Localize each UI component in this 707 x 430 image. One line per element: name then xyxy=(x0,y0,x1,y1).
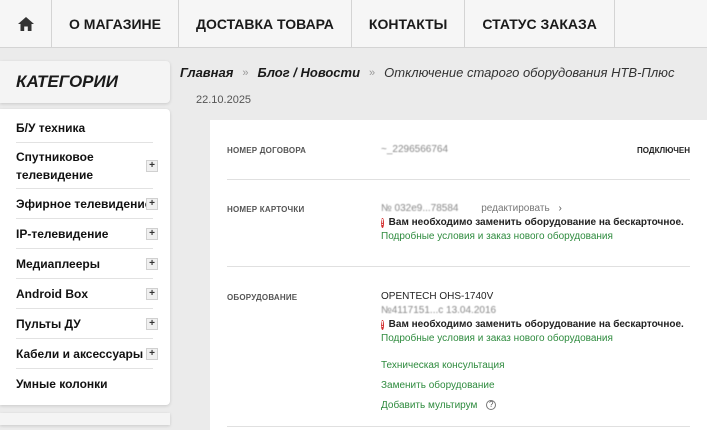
nav-about[interactable]: О МАГАЗИНЕ xyxy=(52,0,179,48)
category-label: Эфирное телевидение xyxy=(16,196,152,211)
top-navigation: О МАГАЗИНЕ ДОСТАВКА ТОВАРА КОНТАКТЫ СТАТ… xyxy=(0,0,707,48)
expand-icon[interactable]: + xyxy=(146,257,158,270)
equipment-serial: №4117151...с 13.04.2016 xyxy=(381,305,497,316)
card-number-body: № 032е9...78584 редактировать › ! Вам не… xyxy=(381,202,684,244)
equipment-row: ОБОРУДОВАНИЕ OPENTECH OHS-1740V №4117151… xyxy=(227,290,690,420)
post-date: 22.10.2025 xyxy=(196,94,252,106)
expand-icon[interactable]: + xyxy=(146,347,158,360)
card-conditions-link[interactable]: Подробные условия и заказ нового оборудо… xyxy=(381,230,681,244)
nav-contacts[interactable]: КОНТАКТЫ xyxy=(352,0,466,48)
breadcrumb-separator: » xyxy=(369,66,376,79)
category-item-terrestrial[interactable]: Эфирное телевидение + xyxy=(16,189,158,219)
home-icon xyxy=(17,17,34,31)
category-label: Спутниковое телевидение xyxy=(16,149,94,182)
breadcrumb: Главная » Блог / Новости » Отключение ст… xyxy=(180,65,674,80)
status-badge: ПОДКЛЮЧЕН xyxy=(637,146,690,155)
category-label: Б/У техника xyxy=(16,120,86,135)
sidebar-next-block xyxy=(0,413,170,425)
divider xyxy=(227,266,690,267)
breadcrumb-home[interactable]: Главная xyxy=(180,65,233,80)
category-label: IP-телевидение xyxy=(16,226,109,241)
account-card: НОМЕР ДОГОВОРА ~_2296566764 ПОДКЛЮЧЕН НО… xyxy=(210,120,707,430)
category-item-remotes[interactable]: Пульты ДУ + xyxy=(16,309,158,339)
tech-consult-link[interactable]: Техническая консультация xyxy=(381,356,681,376)
category-label: Умные колонки xyxy=(16,377,108,391)
home-button[interactable] xyxy=(0,0,52,48)
card-warning-text: Вам необходимо заменить оборудование на … xyxy=(388,217,684,228)
card-number-value: № 032е9...78584 xyxy=(381,203,459,214)
category-list: Б/У техника Спутниковое телевидение + Эф… xyxy=(0,109,170,405)
add-multiroom-link[interactable]: Добавить мультирум xyxy=(381,400,477,411)
equipment-model: OPENTECH OHS-1740V xyxy=(381,291,494,302)
alert-icon: ! xyxy=(381,218,384,228)
expand-icon[interactable]: + xyxy=(146,197,158,210)
category-label: Пульты ДУ xyxy=(16,316,81,331)
equipment-conditions-link[interactable]: Подробные условия и заказ нового оборудо… xyxy=(381,332,681,346)
card-number-label: НОМЕР КАРТОЧКИ xyxy=(227,205,305,214)
breadcrumb-separator: » xyxy=(242,66,249,79)
divider xyxy=(227,179,690,180)
nav-order-status[interactable]: СТАТУС ЗАКАЗА xyxy=(465,0,615,48)
edit-card-link[interactable]: редактировать xyxy=(481,203,549,214)
category-label: Android Box xyxy=(16,286,88,301)
expand-icon[interactable]: + xyxy=(146,159,158,172)
replace-equipment-link[interactable]: Заменить оборудование xyxy=(381,376,681,396)
equipment-label: ОБОРУДОВАНИЕ xyxy=(227,293,298,302)
category-title: КАТЕГОРИИ xyxy=(0,61,170,103)
breadcrumb-current: Отключение старого оборудования НТВ-Плюс xyxy=(384,65,675,80)
chevron-right-icon: › xyxy=(558,203,562,214)
equipment-warning-text: Вам необходимо заменить оборудование на … xyxy=(388,319,684,330)
contract-row: НОМЕР ДОГОВОРА ~_2296566764 ПОДКЛЮЧЕН xyxy=(227,144,690,158)
contract-number: ~_2296566764 xyxy=(381,144,449,155)
card-warning: ! Вам необходимо заменить оборудование н… xyxy=(381,216,684,230)
category-item-android-box[interactable]: Android Box + xyxy=(16,279,158,309)
category-item-iptv[interactable]: IP-телевидение + xyxy=(16,219,158,249)
equipment-body: OPENTECH OHS-1740V №4117151...с 13.04.20… xyxy=(381,290,684,416)
category-sidebar: КАТЕГОРИИ Б/У техника Спутниковое телеви… xyxy=(0,61,170,425)
nav-delivery[interactable]: ДОСТАВКА ТОВАРА xyxy=(179,0,352,48)
category-item-smart-speakers[interactable]: Умные колонки xyxy=(16,369,153,399)
category-label: Медиаплееры xyxy=(16,256,100,271)
equipment-warning: ! Вам необходимо заменить оборудование н… xyxy=(381,318,684,332)
category-label: Кабели и аксессуары xyxy=(16,346,144,361)
expand-icon[interactable]: + xyxy=(146,227,158,240)
alert-icon: ! xyxy=(381,320,384,330)
category-item-satellite[interactable]: Спутниковое телевидение + xyxy=(16,143,158,189)
card-number-row: НОМЕР КАРТОЧКИ № 032е9...78584 редактиро… xyxy=(227,202,690,252)
expand-icon[interactable]: + xyxy=(146,317,158,330)
contract-label: НОМЕР ДОГОВОРА xyxy=(227,146,307,155)
category-item-used[interactable]: Б/У техника xyxy=(16,113,153,143)
breadcrumb-blog[interactable]: Блог / Новости xyxy=(258,65,361,80)
category-item-mediaplayers[interactable]: Медиаплееры + xyxy=(16,249,158,279)
help-icon[interactable]: ? xyxy=(486,400,497,411)
divider xyxy=(227,426,690,427)
expand-icon[interactable]: + xyxy=(146,287,158,300)
category-item-cables[interactable]: Кабели и аксессуары + xyxy=(16,339,158,369)
